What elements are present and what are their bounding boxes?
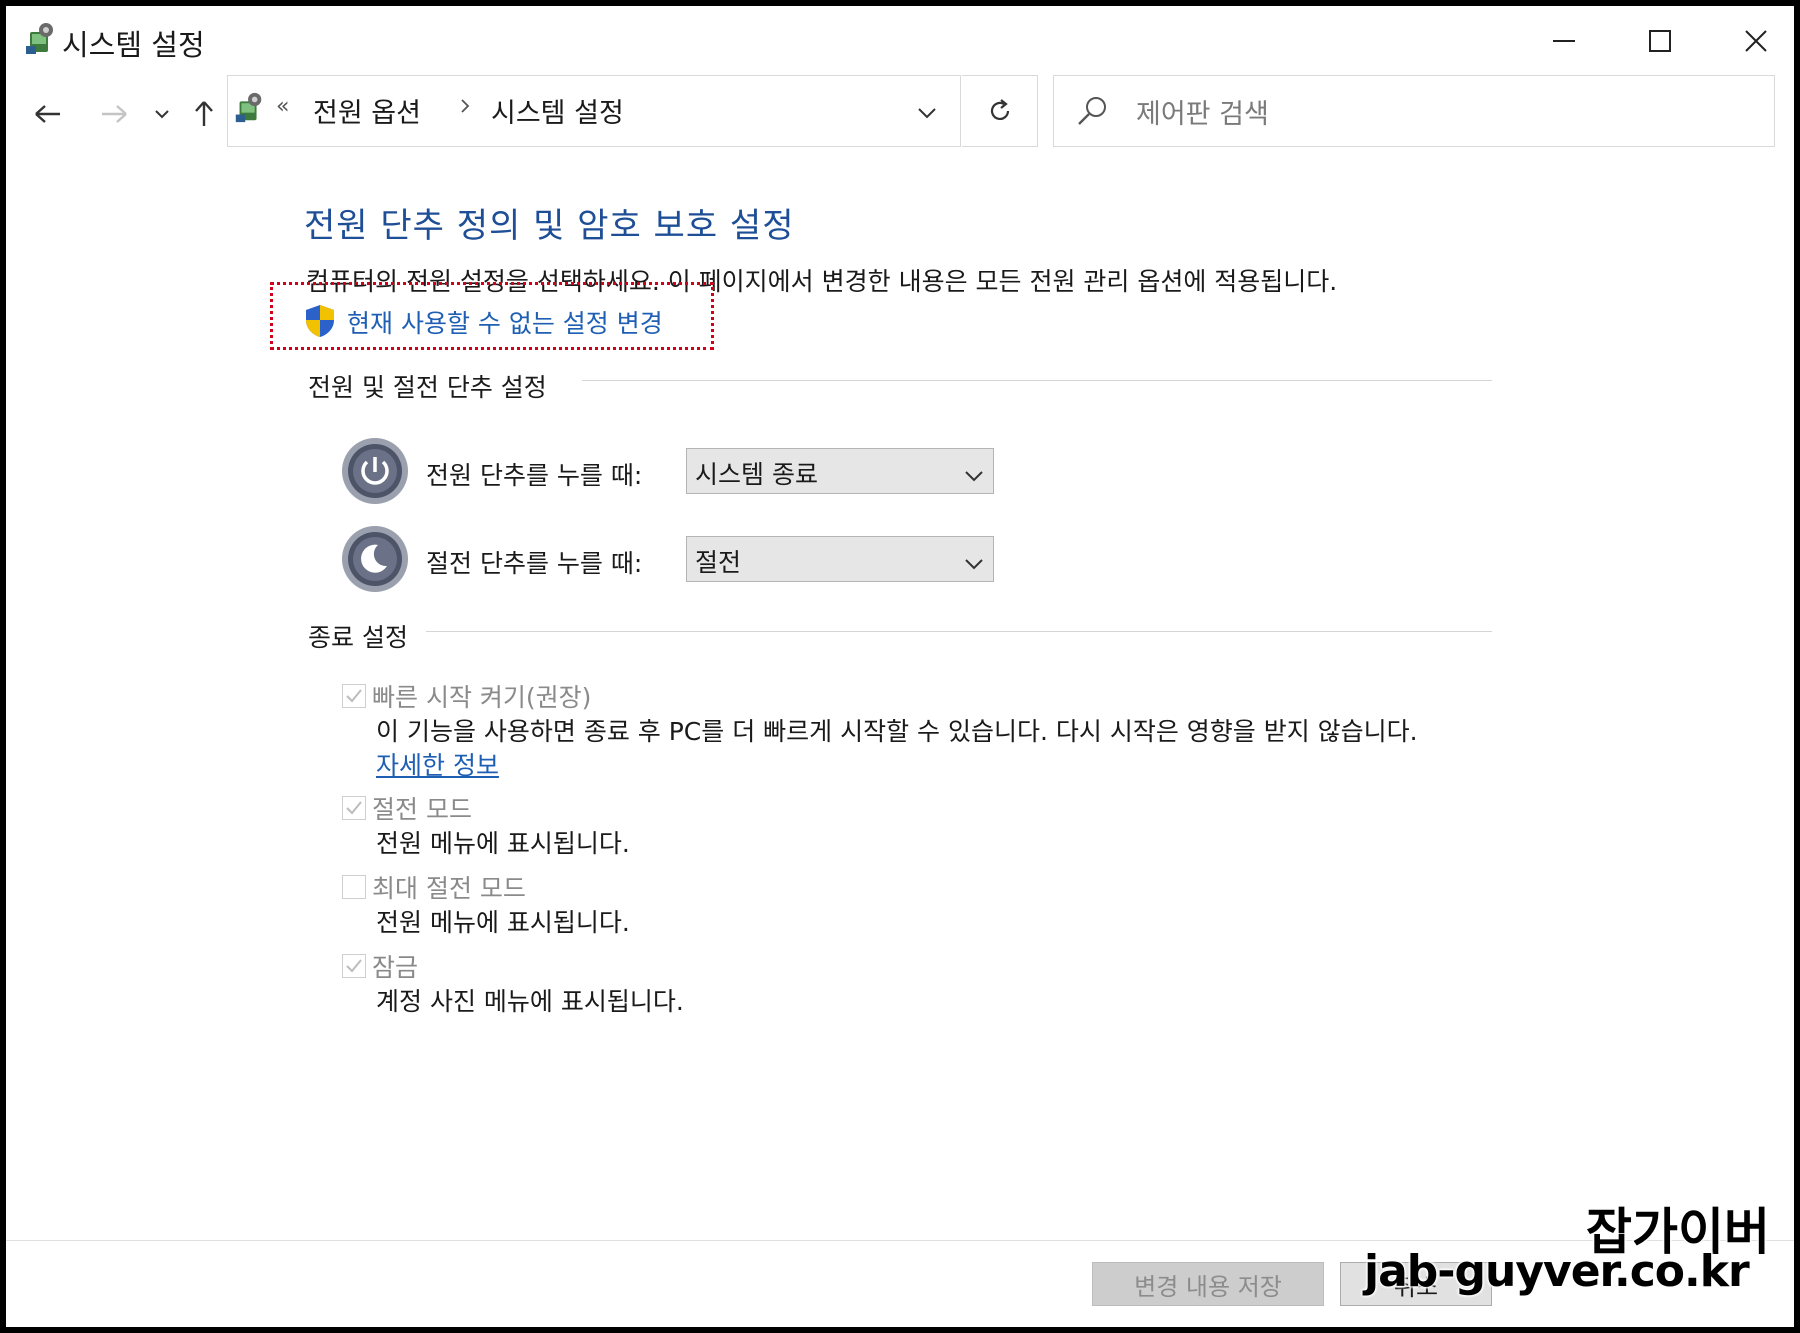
- fast-startup-label: 빠른 시작 켜기(권장): [372, 683, 592, 712]
- maximize-icon: [1649, 30, 1671, 52]
- back-button[interactable]: [28, 94, 68, 134]
- sleep-mode-label: 절전 모드: [372, 795, 472, 824]
- checkmark-icon: [346, 801, 362, 815]
- arrow-right-icon: [102, 105, 127, 123]
- window-title: 시스템 설정: [62, 28, 205, 62]
- power-button-action-value: 시스템 종료: [695, 460, 818, 489]
- arrow-up-icon: [195, 101, 213, 126]
- footer-divider: [6, 1240, 1794, 1241]
- hibernate-checkbox[interactable]: [342, 875, 366, 899]
- recent-locations-button[interactable]: [146, 98, 178, 130]
- breadcrumb-item-system-settings[interactable]: 시스템 설정: [491, 91, 624, 130]
- power-button-icon: [340, 436, 410, 510]
- forward-button[interactable]: [94, 94, 134, 134]
- refresh-icon: [990, 99, 1009, 120]
- sleep-mode-description: 전원 메뉴에 표시됩니다.: [376, 829, 630, 858]
- up-button[interactable]: [186, 94, 222, 134]
- control-panel-icon: [232, 90, 266, 128]
- control-panel-icon: [22, 20, 58, 60]
- close-button[interactable]: [1708, 16, 1794, 66]
- watermark-url: jab-guyver.co.kr: [1364, 1246, 1750, 1297]
- sleep-button-action-select[interactable]: 절전: [686, 536, 994, 582]
- search-icon: [1076, 94, 1110, 132]
- chevron-down-icon: [965, 459, 983, 488]
- breadcrumb-item-power-options[interactable]: 전원 옵션: [313, 91, 421, 130]
- power-button-action-select[interactable]: 시스템 종료: [686, 448, 994, 494]
- power-section-title: 전원 및 절전 단추 설정: [308, 368, 561, 404]
- chevron-down-icon: [965, 547, 983, 576]
- sleep-mode-checkbox[interactable]: [342, 796, 366, 820]
- hibernate-description: 전원 메뉴에 표시됩니다.: [376, 908, 630, 937]
- change-unavailable-settings-link[interactable]: 현재 사용할 수 없는 설정 변경: [347, 304, 663, 340]
- refresh-button[interactable]: [962, 75, 1038, 147]
- lock-checkbox[interactable]: [342, 954, 366, 978]
- search-box[interactable]: 제어판 검색: [1053, 75, 1775, 147]
- section-divider: [426, 631, 1492, 632]
- fast-startup-checkbox[interactable]: [342, 684, 366, 708]
- section-divider: [582, 380, 1492, 381]
- close-icon: [1745, 30, 1767, 52]
- more-info-link[interactable]: 자세한 정보: [376, 746, 499, 782]
- save-changes-button[interactable]: 변경 내용 저장: [1092, 1262, 1324, 1306]
- breadcrumb-overflow[interactable]: «: [276, 94, 289, 119]
- lock-description: 계정 사진 메뉴에 표시됩니다.: [376, 987, 684, 1016]
- window: 시스템 설정 « 전원 옵션 시스템 설정 제어판 검색 전원 단추 정의 및 …: [6, 6, 1794, 1327]
- sleep-button-action-value: 절전: [695, 548, 742, 577]
- chevron-down-icon: [155, 110, 169, 119]
- address-bar[interactable]: « 전원 옵션 시스템 설정: [227, 75, 961, 147]
- arrow-left-icon: [35, 105, 60, 123]
- sleep-button-icon: [340, 524, 410, 598]
- chevron-right-icon: [460, 98, 470, 118]
- hibernate-label: 최대 절전 모드: [372, 874, 526, 903]
- checkmark-icon: [346, 959, 362, 973]
- checkmark-icon: [346, 689, 362, 703]
- page-title: 전원 단추 정의 및 암호 보호 설정: [304, 206, 795, 246]
- shutdown-section-title: 종료 설정: [308, 618, 422, 654]
- search-input[interactable]: 제어판 검색: [1136, 92, 1269, 131]
- maximize-button[interactable]: [1612, 16, 1708, 66]
- fast-startup-description: 이 기능을 사용하면 종료 후 PC를 더 빠르게 시작할 수 있습니다. 다시…: [376, 717, 1418, 746]
- sleep-button-label: 절전 단추를 누를 때:: [426, 549, 643, 578]
- shield-icon: [304, 304, 336, 342]
- chevron-down-icon: [918, 108, 936, 119]
- minimize-button[interactable]: [1516, 16, 1612, 66]
- lock-label: 잠금: [372, 953, 419, 982]
- minimize-icon: [1553, 40, 1575, 42]
- power-button-label: 전원 단추를 누를 때:: [426, 461, 643, 490]
- address-history-dropdown[interactable]: [918, 104, 936, 123]
